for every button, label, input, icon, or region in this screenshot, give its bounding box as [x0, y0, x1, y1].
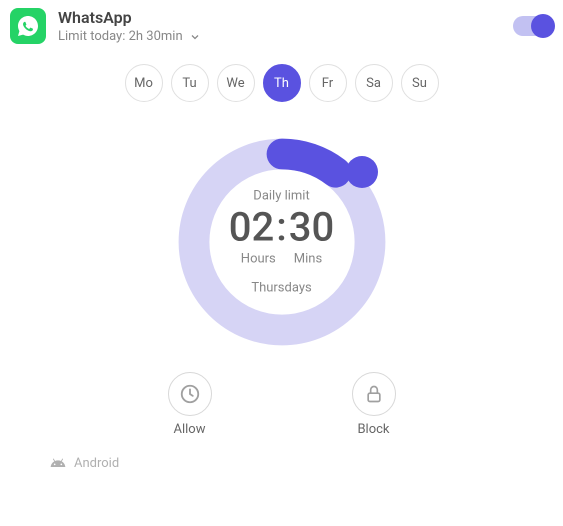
day-su[interactable]: Su	[401, 64, 439, 102]
android-icon	[50, 455, 66, 471]
dial-label: Daily limit	[212, 189, 352, 204]
mins-unit: Mins	[294, 252, 322, 267]
day-tu[interactable]: Tu	[171, 64, 209, 102]
clock-icon	[168, 372, 212, 416]
dial-mins: 30	[289, 208, 334, 248]
time-dial[interactable]: Daily limit 02 : 30 Hours Mins Thursdays	[172, 132, 392, 352]
whatsapp-icon	[10, 8, 46, 44]
limit-today-label: Limit today: 2h 30min	[58, 29, 183, 44]
time-dial-container: Daily limit 02 : 30 Hours Mins Thursdays	[10, 132, 553, 352]
app-name: WhatsApp	[58, 8, 501, 27]
chevron-down-icon	[189, 31, 201, 43]
actions-row: Allow Block	[10, 372, 553, 437]
day-fr[interactable]: Fr	[309, 64, 347, 102]
dial-time: 02 : 30	[212, 208, 352, 248]
day-sa[interactable]: Sa	[355, 64, 393, 102]
block-button[interactable]: Block	[352, 372, 396, 437]
limit-today-row[interactable]: Limit today: 2h 30min	[58, 29, 501, 44]
dial-dayname: Thursdays	[212, 281, 352, 296]
dial-hours: 02	[229, 208, 274, 248]
lock-icon	[352, 372, 396, 416]
dial-handle[interactable]	[346, 156, 378, 188]
day-th[interactable]: Th	[263, 64, 301, 102]
platform-label: Android	[74, 456, 119, 471]
platform-footer: Android	[50, 455, 553, 471]
app-header-text: WhatsApp Limit today: 2h 30min	[58, 8, 501, 44]
allow-label: Allow	[168, 422, 212, 437]
day-we[interactable]: We	[217, 64, 255, 102]
day-mo[interactable]: Mo	[125, 64, 163, 102]
allow-button[interactable]: Allow	[168, 372, 212, 437]
hours-unit: Hours	[241, 252, 276, 267]
app-limit-header: WhatsApp Limit today: 2h 30min	[10, 8, 553, 44]
day-selector: Mo Tu We Th Fr Sa Su	[10, 64, 553, 102]
dial-center: Daily limit 02 : 30 Hours Mins Thursdays	[212, 189, 352, 296]
limit-enabled-toggle[interactable]	[513, 16, 553, 36]
block-label: Block	[352, 422, 396, 437]
dial-sep: :	[276, 208, 287, 248]
dial-units: Hours Mins	[212, 252, 352, 267]
